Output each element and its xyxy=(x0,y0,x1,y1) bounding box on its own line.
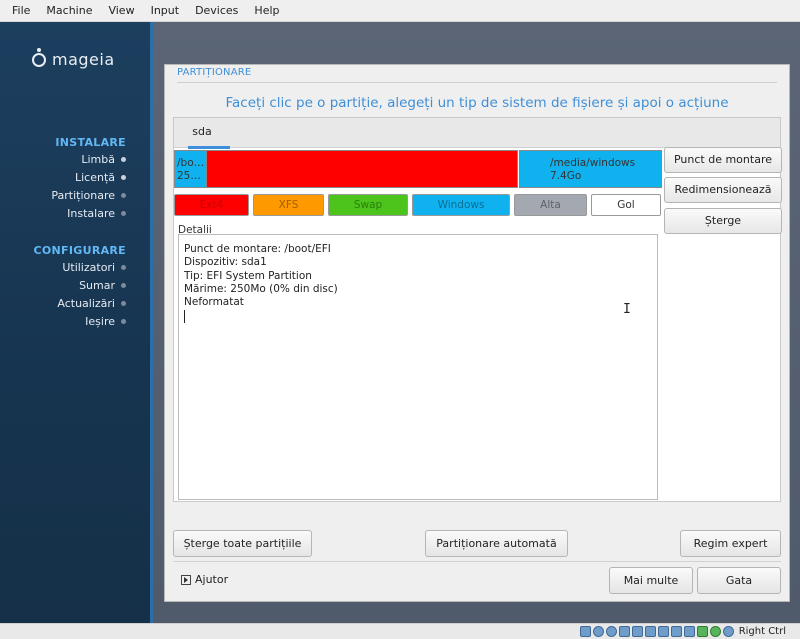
details-line: Punct de montare: /boot/EFI xyxy=(184,243,331,255)
delete-button[interactable]: Șterge xyxy=(664,208,782,234)
guest-screen: mageia INSTALARE Limbă Licență Partițion… xyxy=(0,22,800,623)
partition-sda1[interactable]: /bo… 25… xyxy=(174,150,206,188)
legend-xfs[interactable]: XFS xyxy=(253,194,324,216)
auto-partition-button[interactable]: Partiționare automată xyxy=(425,530,568,557)
legend-ext4[interactable]: Ext4 xyxy=(174,194,249,216)
step-dot-icon xyxy=(121,301,126,306)
mageia-logo-icon xyxy=(32,47,46,67)
menu-file[interactable]: File xyxy=(4,0,38,22)
help-label: Ajutor xyxy=(195,573,229,586)
partition-size: 25… xyxy=(177,170,201,182)
partitioning-dialog: PARTIȚIONARE Faceți clic pe o partiție, … xyxy=(164,64,790,602)
sidebar-item-utilizatori: Utilizatori xyxy=(62,261,126,274)
details-line: Dispozitiv: sda1 xyxy=(184,256,267,269)
sidebar-item-label: Instalare xyxy=(67,207,115,220)
expand-arrow-icon xyxy=(181,574,191,585)
host-menubar: File Machine View Input Devices Help xyxy=(0,0,800,22)
sidebar-item-label: Ieșire xyxy=(85,315,115,328)
keyboard-capture-icon[interactable] xyxy=(722,626,734,637)
mageia-logo: mageia xyxy=(32,47,115,69)
menu-view[interactable]: View xyxy=(100,0,142,22)
host-key-label: Right Ctrl xyxy=(738,626,786,637)
more-button[interactable]: Mai multe xyxy=(609,567,693,594)
legend-empty[interactable]: Gol xyxy=(591,194,661,216)
menu-input[interactable]: Input xyxy=(143,0,187,22)
dialog-title: PARTIȚIONARE xyxy=(177,67,252,78)
network-icon[interactable] xyxy=(618,626,630,637)
menu-machine[interactable]: Machine xyxy=(38,0,100,22)
expert-mode-button[interactable]: Regim expert xyxy=(680,530,781,557)
menu-devices[interactable]: Devices xyxy=(187,0,246,22)
partition-mount: /media/windows xyxy=(550,157,636,169)
logo-text: mageia xyxy=(52,50,115,69)
sidebar-item-partitionare: Partiționare xyxy=(51,189,126,202)
recording-icon[interactable] xyxy=(683,626,695,637)
partition-map: /bo… 25… /media/windows 7.4Go xyxy=(174,150,662,188)
ibeam-cursor-icon: I xyxy=(623,302,631,317)
sidebar-item-label: Sumar xyxy=(79,279,115,292)
tab-label: sda xyxy=(192,125,212,138)
sidebar-section-install: INSTALARE xyxy=(55,136,126,149)
text-caret xyxy=(184,310,185,324)
sidebar-item-licenta: Licență xyxy=(75,171,126,184)
legend-windows[interactable]: Windows xyxy=(412,194,510,216)
tab-sda[interactable]: sda xyxy=(182,118,230,149)
disk-tabbar: sda xyxy=(174,118,780,149)
sidebar-item-limba: Limbă xyxy=(81,153,126,166)
mouse-integration-icon[interactable] xyxy=(709,626,721,637)
details-line: Tip: EFI System Partition xyxy=(184,269,312,282)
details-line: Mărime: 250Mo (0% din disc) xyxy=(184,282,338,295)
optical-drive-icon[interactable] xyxy=(592,626,604,637)
sidebar-item-actualizari: Actualizări xyxy=(57,297,126,310)
sidebar-item-iesire: Ieșire xyxy=(85,315,126,328)
mount-point-button[interactable]: Punct de montare xyxy=(664,147,782,173)
step-dot-icon xyxy=(121,157,126,162)
cpu-icon[interactable] xyxy=(696,626,708,637)
sidebar-item-label: Partiționare xyxy=(51,189,115,202)
installer-sidebar: mageia INSTALARE Limbă Licență Partițion… xyxy=(0,22,150,623)
step-dot-icon xyxy=(121,175,126,180)
usb-icon[interactable] xyxy=(631,626,643,637)
sidebar-accent-stripe xyxy=(150,22,153,623)
shared-folders-icon[interactable] xyxy=(644,626,656,637)
video-capture-icon[interactable] xyxy=(670,626,682,637)
menu-help[interactable]: Help xyxy=(246,0,287,22)
step-dot-icon xyxy=(121,265,126,270)
sidebar-item-label: Licență xyxy=(74,171,115,184)
partition-mount: /bo… xyxy=(177,157,205,169)
sidebar-item-label: Utilizatori xyxy=(62,261,115,274)
title-divider xyxy=(177,82,777,83)
partition-sda2[interactable] xyxy=(206,150,518,188)
sidebar-section-configure: CONFIGURARE xyxy=(33,244,126,257)
partition-sda3[interactable]: /media/windows 7.4Go xyxy=(519,150,662,188)
resize-button[interactable]: Redimensionează xyxy=(664,177,782,203)
step-dot-icon xyxy=(121,193,126,198)
tab-active-indicator xyxy=(188,146,230,149)
step-dot-icon xyxy=(121,211,126,216)
step-dot-icon xyxy=(121,283,126,288)
help-link[interactable]: Ajutor xyxy=(181,573,228,586)
audio-icon[interactable] xyxy=(605,626,617,637)
host-statusbar: Right Ctrl xyxy=(0,623,800,639)
disk-panel: sda /bo… 25… /media/windows 7.4Go Ext4 X… xyxy=(173,117,782,502)
legend-swap[interactable]: Swap xyxy=(328,194,408,216)
details-textarea[interactable]: Punct de montare: /boot/EFI Dispozitiv: … xyxy=(178,234,658,500)
partition-size: 7.4Go xyxy=(550,170,582,182)
sidebar-item-instalare: Instalare xyxy=(67,207,126,220)
done-button[interactable]: Gata xyxy=(697,567,781,594)
clear-all-partitions-button[interactable]: Șterge toate partițiile xyxy=(173,530,312,557)
sidebar-item-label: Actualizări xyxy=(57,297,115,310)
sidebar-item-sumar: Sumar xyxy=(79,279,126,292)
footer-divider xyxy=(173,561,781,562)
display-icon[interactable] xyxy=(657,626,669,637)
step-dot-icon xyxy=(121,319,126,324)
hard-disk-icon[interactable] xyxy=(579,626,591,637)
dialog-heading: Faceți clic pe o partiție, alegeți un ti… xyxy=(225,95,729,111)
details-line: Neformatat xyxy=(184,296,244,309)
sidebar-item-label: Limbă xyxy=(81,153,115,166)
legend-other[interactable]: Alta xyxy=(514,194,587,216)
